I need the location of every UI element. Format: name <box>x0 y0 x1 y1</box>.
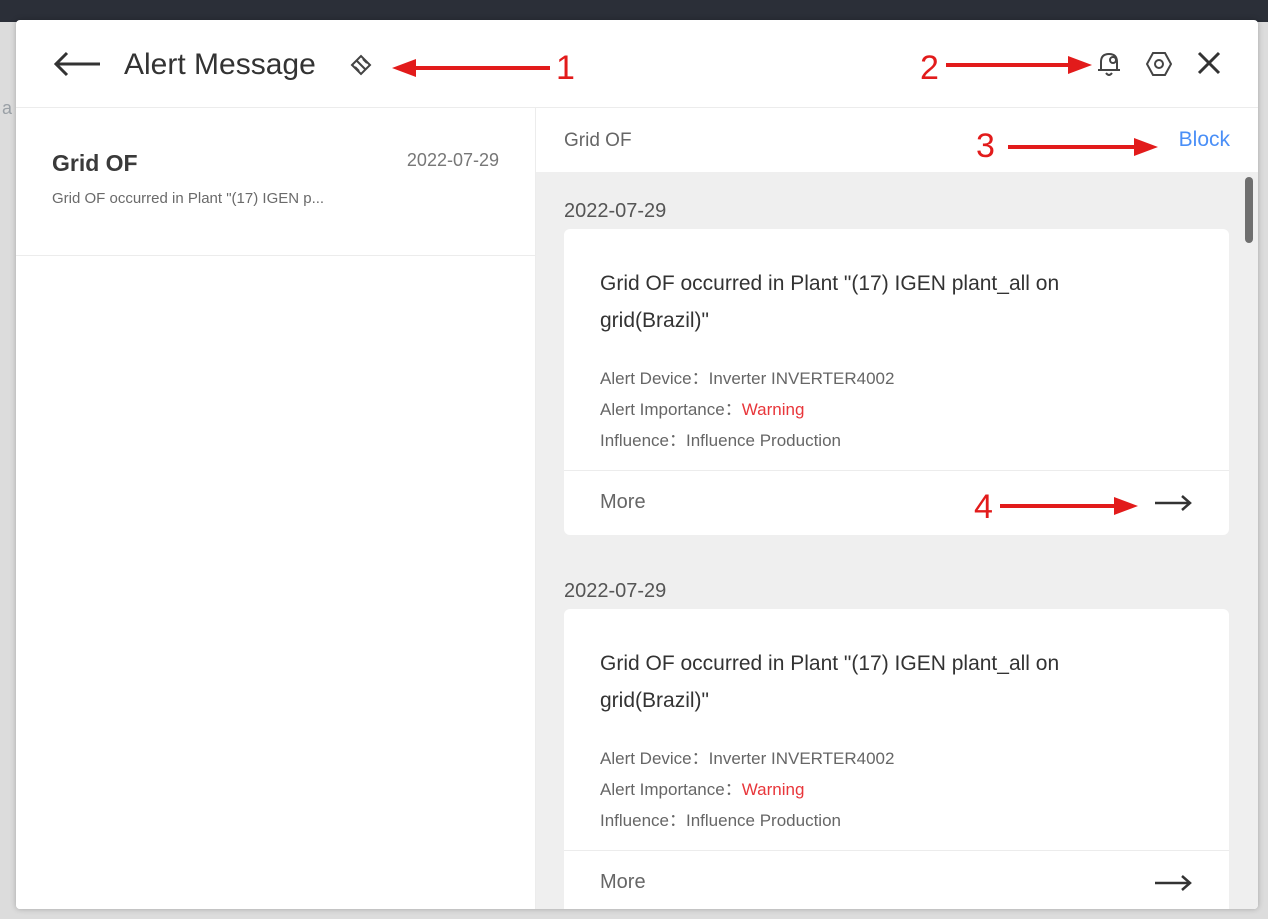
alert-influence-row: Influence：Influence Production <box>600 426 841 451</box>
alert-list-panel: Grid OF 2022-07-29 Grid OF occurred in P… <box>16 108 536 909</box>
more-label: More <box>600 871 646 893</box>
alert-influence-label: Influence： <box>600 811 686 830</box>
arrow-left-icon[interactable] <box>52 50 102 78</box>
alert-importance-row: Alert Importance：Warning <box>600 395 804 420</box>
alert-importance-label: Alert Importance： <box>600 780 742 799</box>
alert-card: Grid OF occurred in Plant "(17) IGEN pla… <box>564 229 1229 535</box>
alert-importance-value: Warning <box>741 780 805 799</box>
detail-title: Grid OF <box>564 130 632 151</box>
group-date: 2022-07-29 <box>564 200 667 222</box>
background-hint-text: a <box>2 98 13 118</box>
annotation-number-3: 3 <box>976 127 995 165</box>
annotation-arrow-1 <box>392 59 550 77</box>
annotation-arrow-4 <box>1000 497 1138 515</box>
alert-message: Grid OF occurred in Plant "(17) IGEN pla… <box>600 652 1060 712</box>
list-item-description: Grid OF occurred in Plant "(17) IGEN p..… <box>52 190 325 207</box>
arrow-right-icon <box>1155 495 1192 511</box>
alert-influence-row: Influence：Influence Production <box>600 806 841 831</box>
scrollbar-thumb[interactable] <box>1245 177 1253 243</box>
alert-device-value: Inverter INVERTER4002 <box>708 749 895 768</box>
app-top-bar <box>0 0 1268 22</box>
alert-device-row: Alert Device：Inverter INVERTER4002 <box>600 364 894 389</box>
scrollbar-track[interactable] <box>1242 172 1256 909</box>
alert-device-label: Alert Device： <box>600 749 709 768</box>
list-item-title: Grid OF <box>52 150 138 176</box>
annotation-number-2: 2 <box>920 49 939 87</box>
alert-detail-panel: Grid OF Block 2022-07-29 Grid OF occurre… <box>536 108 1258 909</box>
alert-message: Grid OF occurred in Plant "(17) IGEN pla… <box>600 272 1060 332</box>
alert-importance-value: Warning <box>741 400 805 419</box>
alert-device-row: Alert Device：Inverter INVERTER4002 <box>600 744 894 769</box>
page-title: Alert Message <box>124 48 316 81</box>
gear-icon[interactable] <box>1146 51 1172 77</box>
annotation-arrow-3 <box>1008 138 1158 156</box>
alert-importance-label: Alert Importance： <box>600 400 742 419</box>
list-item[interactable]: Grid OF 2022-07-29 Grid OF occurred in P… <box>16 108 535 256</box>
alert-device-value: Inverter INVERTER4002 <box>708 369 895 388</box>
more-label: More <box>600 491 646 513</box>
close-icon[interactable] <box>1196 50 1222 76</box>
group-date: 2022-07-29 <box>564 580 667 602</box>
alert-importance-row: Alert Importance：Warning <box>600 775 804 800</box>
alert-influence-value: Influence Production <box>686 811 841 830</box>
alert-influence-label: Influence： <box>600 431 686 450</box>
list-item-date: 2022-07-29 <box>406 150 499 170</box>
annotation-arrow-2 <box>946 56 1092 74</box>
broom-icon[interactable] <box>348 52 374 78</box>
block-button[interactable]: Block <box>1179 128 1230 152</box>
arrow-right-icon <box>1155 875 1192 891</box>
alert-influence-value: Influence Production <box>686 431 841 450</box>
annotation-number-1: 1 <box>556 49 575 87</box>
more-button[interactable]: More <box>564 850 1229 909</box>
annotation-number-4: 4 <box>974 488 993 526</box>
alert-card: Grid OF occurred in Plant "(17) IGEN pla… <box>564 609 1229 909</box>
alert-device-label: Alert Device： <box>600 369 709 388</box>
alert-feed[interactable]: 2022-07-29 Grid OF occurred in Plant "(1… <box>536 172 1258 909</box>
bell-settings-icon[interactable] <box>1096 50 1122 78</box>
